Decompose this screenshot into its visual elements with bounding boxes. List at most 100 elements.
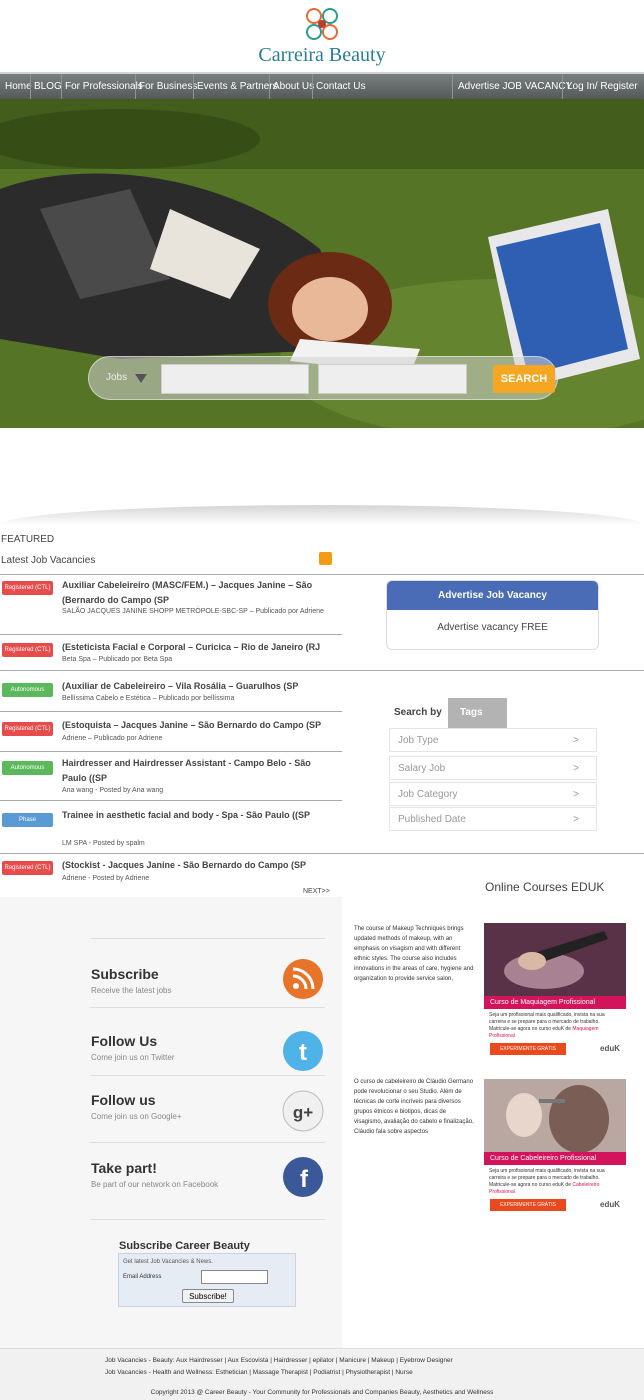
site-header: Carreira Beauty bbox=[0, 0, 644, 72]
divider bbox=[0, 634, 342, 635]
nav-events-partners[interactable]: Events & Partners bbox=[197, 74, 278, 99]
filter-label: Published Date bbox=[398, 814, 466, 825]
nav-separator bbox=[30, 74, 31, 99]
nav-login-register[interactable]: Log In/ Register bbox=[567, 74, 638, 99]
filter-published-date[interactable]: Published Date > bbox=[389, 807, 597, 831]
follow-twitter-subtitle: Come join us on Twitter bbox=[91, 1053, 175, 1062]
nav-for-professionals[interactable]: For Professionals bbox=[65, 74, 143, 99]
nav-separator bbox=[193, 74, 194, 99]
brand-name[interactable]: Carreira Beauty bbox=[0, 44, 644, 67]
nav-separator bbox=[452, 74, 453, 99]
next-page-link[interactable]: NEXT>> bbox=[303, 888, 330, 895]
nav-home[interactable]: Home bbox=[5, 74, 32, 99]
tab-tags[interactable]: Tags bbox=[448, 698, 507, 728]
email-field[interactable] bbox=[201, 1270, 268, 1284]
tab-search-by[interactable]: Search by bbox=[389, 698, 448, 728]
subscribe-form-title: Subscribe Career Beauty bbox=[119, 1240, 250, 1252]
divider bbox=[0, 751, 342, 752]
search-location-input[interactable] bbox=[318, 364, 467, 394]
filter-job-category[interactable]: Job Category > bbox=[389, 782, 597, 806]
course-ad-makeup[interactable]: Curso de Maquiagem Profissional Seja um … bbox=[484, 923, 626, 1064]
eduk-logo: eduK bbox=[600, 1044, 620, 1053]
take-part-title[interactable]: Take part! bbox=[91, 1160, 157, 1176]
filter-label: Job Type bbox=[398, 735, 439, 746]
nav-separator bbox=[61, 74, 62, 99]
nav-about-us[interactable]: About Us bbox=[273, 74, 314, 99]
divider bbox=[0, 853, 644, 854]
subscribe-note: Get latest Job Vacancies & News. bbox=[123, 1259, 213, 1265]
job-title[interactable]: (Estoquista – Jacques Janine – São Berna… bbox=[62, 718, 332, 733]
section-shadow bbox=[0, 505, 644, 525]
job-meta: LM SPA - Posted by spalm bbox=[62, 840, 145, 847]
divider bbox=[90, 1142, 325, 1143]
chevron-down-icon[interactable] bbox=[135, 374, 147, 383]
job-badge: Registered (CTL) bbox=[2, 861, 53, 875]
subscribe-button[interactable]: Subscribe! bbox=[182, 1289, 234, 1303]
nav-separator bbox=[269, 74, 270, 99]
chevron-right-icon: > bbox=[573, 814, 579, 825]
job-title[interactable]: Trainee in aesthetic facial and body - S… bbox=[62, 808, 332, 823]
job-meta: Bellíssima Cabelo e Estética – Publicado… bbox=[62, 695, 235, 702]
google-plus-icon[interactable]: g+ bbox=[282, 1090, 324, 1132]
job-title[interactable]: (Stockist - Jacques Janine - São Bernard… bbox=[62, 858, 332, 873]
try-free-button[interactable]: EXPERIMENTE GRÁTIS bbox=[490, 1043, 566, 1055]
search-category-label[interactable]: Jobs bbox=[106, 372, 127, 383]
job-title[interactable]: Hairdresser and Hairdresser Assistant - … bbox=[62, 756, 332, 786]
makeup-brush-image bbox=[484, 923, 626, 996]
divider bbox=[90, 1075, 325, 1076]
nav-contact-us[interactable]: Contact Us bbox=[316, 74, 365, 99]
footer-health-links[interactable]: Job Vacancies - Health and Wellness: Est… bbox=[105, 1369, 413, 1376]
take-part-subtitle: Be part of our network on Facebook bbox=[91, 1180, 219, 1189]
try-free-button[interactable]: EXPERIMENTE GRÁTIS bbox=[490, 1199, 566, 1211]
divider bbox=[90, 938, 325, 939]
copyright: Copyright 2013 @ Career Beauty - Your Co… bbox=[150, 1389, 494, 1396]
footer-beauty-links[interactable]: Job Vacancies - Beauty: Aux Hairdresser … bbox=[105, 1357, 453, 1364]
filter-salary-job[interactable]: Salary Job > bbox=[389, 756, 597, 780]
job-badge: Autonomous bbox=[2, 761, 53, 775]
filter-job-type[interactable]: Job Type > bbox=[389, 728, 597, 752]
divider bbox=[0, 670, 644, 671]
divider bbox=[90, 1219, 325, 1220]
featured-heading: FEATURED bbox=[1, 534, 55, 545]
follow-twitter-title[interactable]: Follow Us bbox=[91, 1033, 157, 1049]
divider bbox=[0, 800, 342, 801]
rss-feed-icon[interactable] bbox=[282, 958, 324, 1000]
twitter-icon[interactable]: t bbox=[282, 1030, 324, 1072]
search-bar: Jobs SEARCH bbox=[88, 356, 558, 400]
rss-icon[interactable] bbox=[319, 552, 332, 565]
subscribe-subtitle: Receive the latest jobs bbox=[91, 986, 172, 995]
nav-separator bbox=[312, 74, 313, 99]
email-label: Email Address bbox=[123, 1274, 162, 1280]
chevron-right-icon: > bbox=[573, 735, 579, 746]
job-title[interactable]: (Auxiliar de Cabeleireiro – Vila Rosália… bbox=[62, 679, 332, 694]
nav-blog[interactable]: BLOG bbox=[34, 74, 62, 99]
search-button[interactable]: SEARCH bbox=[493, 365, 555, 393]
job-badge: Registered (CTL) bbox=[2, 643, 53, 657]
subscribe-title[interactable]: Subscribe bbox=[91, 966, 159, 982]
nav-for-business[interactable]: For Business bbox=[139, 74, 197, 99]
follow-google-subtitle: Come join us on Google+ bbox=[91, 1112, 182, 1121]
nav-separator bbox=[562, 74, 563, 99]
logo-icon[interactable] bbox=[300, 2, 344, 46]
follow-google-title[interactable]: Follow us bbox=[91, 1092, 156, 1108]
advertise-free-link[interactable]: Advertise vacancy FREE bbox=[387, 622, 598, 633]
job-title[interactable]: (Esteticista Facial e Corporal – Curicic… bbox=[62, 640, 332, 655]
advertise-job-button[interactable]: Advertise Job Vacancy bbox=[387, 581, 598, 610]
course-body: Seja um profissional mais qualificado, i… bbox=[484, 1165, 626, 1220]
nav-separator bbox=[135, 74, 136, 99]
course-banner: Curso de Cabeleireiro Profissional bbox=[484, 1152, 626, 1165]
course-description: The course of Makeup Techniques brings u… bbox=[354, 926, 474, 982]
nav-advertise-job[interactable]: Advertise JOB VACANCY bbox=[458, 74, 572, 99]
search-keyword-input[interactable] bbox=[161, 364, 309, 394]
subscribe-form: Get latest Job Vacancies & News. Email A… bbox=[118, 1253, 296, 1307]
course-ad-hairdresser[interactable]: Curso de Cabeleireiro Profissional Seja … bbox=[484, 1079, 626, 1220]
course-description: O curso de cabeleireiro de Cláudio Germa… bbox=[354, 1079, 474, 1135]
filter-label: Salary Job bbox=[398, 763, 446, 774]
job-meta: SALÃO JACQUES JANINE SHOPP METRÓPOLE-SBC… bbox=[62, 608, 324, 615]
divider bbox=[0, 711, 342, 712]
job-title[interactable]: Auxiliar Cabeleireiro (MASC/FEM.) – Jacq… bbox=[62, 578, 332, 608]
facebook-icon[interactable]: f bbox=[282, 1156, 324, 1198]
latest-jobs-heading: Latest Job Vacancies bbox=[1, 555, 96, 566]
divider bbox=[90, 1007, 325, 1008]
course-banner: Curso de Maquiagem Profissional bbox=[484, 996, 626, 1009]
